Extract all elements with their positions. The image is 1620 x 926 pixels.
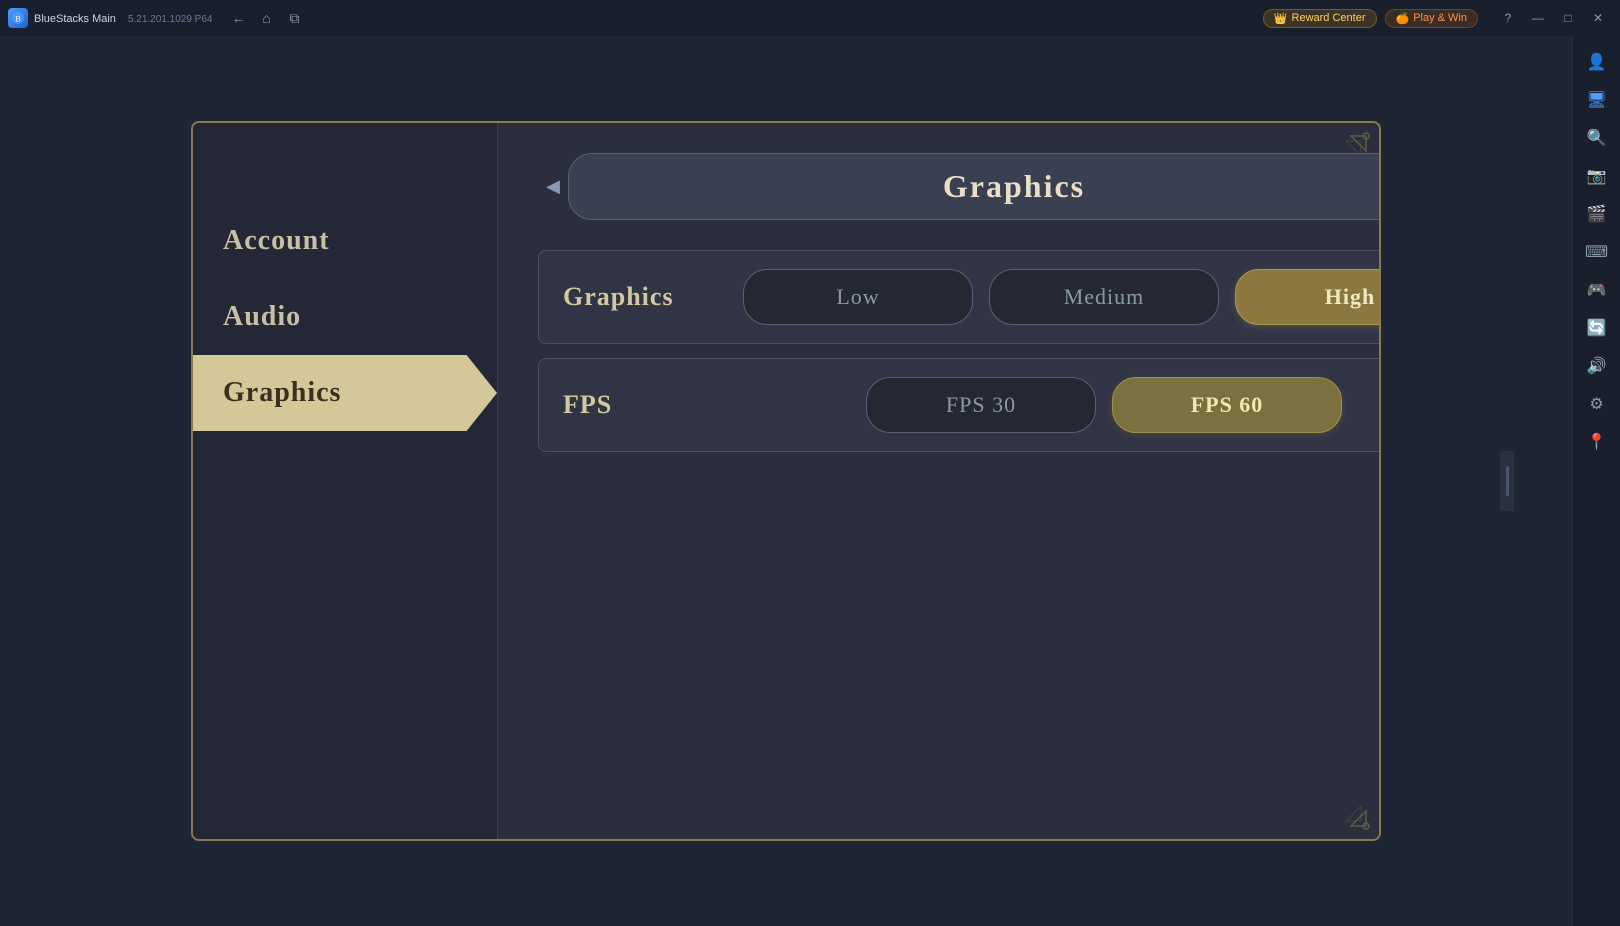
graphics-medium-button[interactable]: Medium — [989, 269, 1219, 325]
fps-options: FPS 30 FPS 60 — [743, 377, 1381, 433]
settings-panel: Account Audio Graphics ◀ Graphics ▶ Gr — [191, 121, 1381, 841]
window-controls: ? — □ ✕ — [1494, 6, 1612, 30]
sidebar-camera-icon[interactable]: 📷 — [1579, 158, 1615, 194]
fps-60-button[interactable]: FPS 60 — [1112, 377, 1342, 433]
side-toggle[interactable] — [1500, 451, 1514, 511]
play-win-button[interactable]: 🍊 Play & Win — [1385, 9, 1479, 28]
sidebar-settings-icon[interactable]: ⚙ — [1579, 386, 1615, 422]
fps-row-label: FPS — [563, 390, 743, 420]
content-title: Graphics — [943, 168, 1085, 204]
toggle-line — [1506, 466, 1509, 496]
minimize-button[interactable]: — — [1524, 6, 1552, 30]
title-pill: Graphics — [568, 153, 1381, 220]
title-bar-left: B BlueStacks Main 5.21.201.1029 P64 ← ⌂ … — [8, 6, 1263, 30]
help-button[interactable]: ? — [1494, 6, 1522, 30]
maximize-button[interactable]: □ — [1554, 6, 1582, 30]
reward-center-button[interactable]: 👑 Reward Center — [1263, 9, 1377, 28]
graphics-low-button[interactable]: Low — [743, 269, 973, 325]
left-navigation: Account Audio Graphics — [193, 123, 498, 839]
title-bar-nav: ← ⌂ ⧉ — [226, 6, 306, 30]
fps-row: FPS FPS 30 FPS 60 — [538, 358, 1381, 452]
sidebar-search-icon[interactable]: 🔍 — [1579, 120, 1615, 156]
title-bar: B BlueStacks Main 5.21.201.1029 P64 ← ⌂ … — [0, 0, 1620, 36]
graphics-high-button[interactable]: High — [1235, 269, 1381, 325]
fps-30-button[interactable]: FPS 30 — [866, 377, 1096, 433]
main-area: Account Audio Graphics ◀ Graphics ▶ Gr — [0, 36, 1572, 926]
app-icon: B — [8, 8, 28, 28]
nav-item-audio[interactable]: Audio — [193, 279, 497, 355]
back-button[interactable]: ← — [226, 6, 250, 30]
sidebar-media-icon[interactable]: 🎬 — [1579, 196, 1615, 232]
sidebar-profile-icon[interactable]: 👤 — [1579, 44, 1615, 80]
title-bar-right: 👑 Reward Center 🍊 Play & Win ? — □ ✕ — [1263, 6, 1612, 30]
sidebar-location-icon[interactable]: 📍 — [1579, 424, 1615, 460]
content-area: ◀ Graphics ▶ Graphics Low Medium High FP… — [498, 123, 1381, 839]
title-left-arrow[interactable]: ◀ — [538, 172, 568, 202]
nav-item-account[interactable]: Account — [193, 203, 497, 279]
sidebar-gamepad-icon[interactable]: 🎮 — [1579, 272, 1615, 308]
sidebar-volume-icon[interactable]: 🔊 — [1579, 348, 1615, 384]
svg-text:B: B — [15, 15, 20, 24]
graphics-row: Graphics Low Medium High — [538, 250, 1381, 344]
nav-item-graphics[interactable]: Graphics — [193, 355, 497, 431]
right-sidebar: 👤 🖥 🔍 📷 🎬 ⌨ 🎮 🔄 🔊 ⚙ 📍 — [1572, 36, 1620, 926]
reward-icon: 👑 — [1274, 12, 1288, 25]
app-name: BlueStacks Main 5.21.201.1029 P64 — [34, 9, 212, 27]
graphics-options: Low Medium High — [743, 269, 1381, 325]
graphics-row-label: Graphics — [563, 282, 743, 312]
content-title-bar: ◀ Graphics ▶ — [538, 153, 1381, 220]
sidebar-display-icon[interactable]: 🖥 — [1579, 82, 1615, 118]
playin-icon: 🍊 — [1396, 12, 1410, 25]
home-button[interactable]: ⌂ — [254, 6, 278, 30]
bookmark-button[interactable]: ⧉ — [282, 6, 306, 30]
sidebar-rotation-icon[interactable]: 🔄 — [1579, 310, 1615, 346]
close-button[interactable]: ✕ — [1584, 6, 1612, 30]
sidebar-keyboard-icon[interactable]: ⌨ — [1579, 234, 1615, 270]
